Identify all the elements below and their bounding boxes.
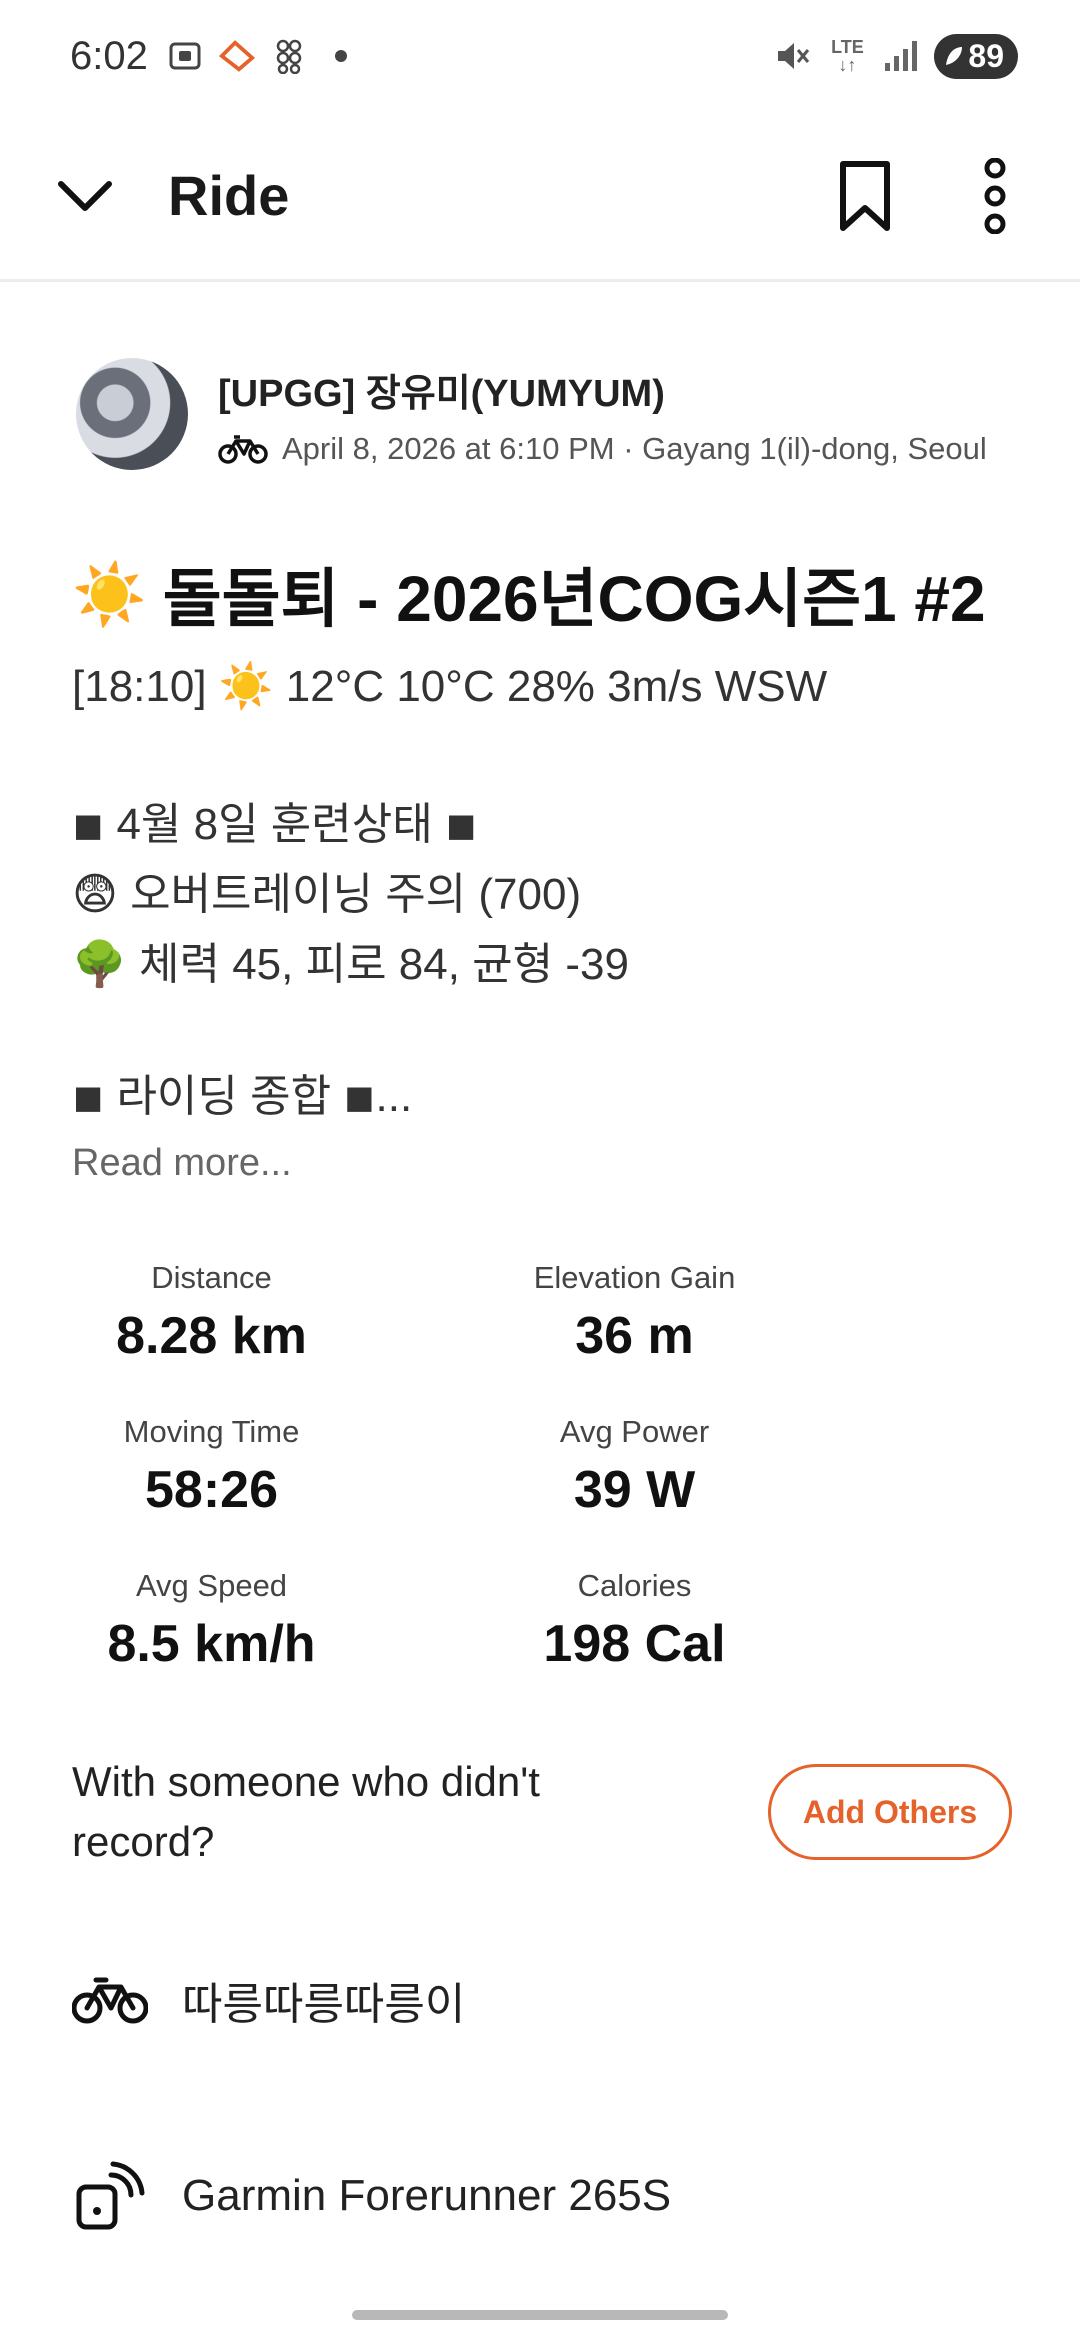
app-notification-icon: [218, 37, 256, 75]
chevron-down-icon: [58, 180, 112, 211]
lte-arrows: ↓↑: [838, 55, 857, 75]
stat-moving-time: Moving Time 58:26: [0, 1414, 423, 1568]
stat-calories: Calories 198 Cal: [423, 1568, 846, 1722]
mute-icon: [774, 37, 812, 75]
more-options-button[interactable]: [950, 151, 1040, 241]
activity-date-location: April 8, 2026 at 6:10 PM · Gayang 1(il)-…: [282, 430, 987, 466]
stat-label: Avg Power: [559, 1414, 710, 1449]
bookmark-button[interactable]: [820, 151, 910, 241]
athlete-name[interactable]: [UPGG] 장유미(YUMYUM): [218, 362, 987, 417]
device-row[interactable]: Garmin Forerunner 265S: [72, 2158, 1012, 2234]
add-others-prompt: With someone who didn't record?: [72, 1758, 540, 1865]
description-line: ◾ 4월 8일 훈련상태 ◾: [72, 800, 478, 849]
avatar[interactable]: [76, 358, 188, 470]
stat-label: Calories: [577, 1568, 692, 1603]
battery-level: 89: [968, 37, 1004, 74]
description-line: ◾ 라이딩 종합 ◾...: [72, 1072, 413, 1121]
dot-icon: [322, 37, 360, 75]
stat-avg-speed: Avg Speed 8.5 km/h: [0, 1568, 423, 1722]
activity-title-text: 돌돌퇴 - 2026년COG시즌1 #2: [162, 563, 986, 635]
stat-value: 58:26: [145, 1461, 278, 1519]
sun-emoji-icon: ☀️: [72, 560, 147, 628]
status-bar: 6:02 LTE ↓↑ 89: [0, 0, 1080, 112]
home-indicator[interactable]: [352, 2310, 728, 2320]
add-others-button[interactable]: Add Others: [768, 1764, 1012, 1860]
stat-value: 36 m: [575, 1307, 694, 1365]
add-others-section: With someone who didn't record? Add Othe…: [72, 1752, 1012, 1872]
stat-label: Distance: [151, 1260, 272, 1295]
notification-icons: [166, 37, 360, 75]
stat-label: Avg Speed: [135, 1568, 288, 1603]
top-app-bar: Ride: [0, 112, 1080, 282]
stat-label: Elevation Gain: [533, 1260, 736, 1295]
device-name: Garmin Forerunner 265S: [182, 2171, 672, 2220]
status-time: 6:02: [70, 33, 148, 78]
lte-label: LTE: [831, 37, 864, 57]
stats-grid: Distance 8.28 km Elevation Gain 36 m Mov…: [0, 1260, 1080, 1722]
page-title: Ride: [168, 164, 290, 227]
bike-icon: [72, 1962, 148, 2038]
collapse-button[interactable]: [50, 161, 120, 231]
grid-app-icon: [270, 37, 308, 75]
device-sync-icon: [72, 2158, 148, 2234]
weather-line: [18:10] ☀️ 12°C 10°C 28% 3m/s WSW: [72, 662, 828, 711]
bike-icon: [218, 434, 268, 464]
stat-elevation: Elevation Gain 36 m: [423, 1260, 846, 1414]
leaf-icon: [946, 47, 963, 65]
stat-row: Distance 8.28 km Elevation Gain 36 m: [0, 1260, 1080, 1414]
description-line: 😨 오버트레이닝 주의 (700): [72, 870, 582, 919]
bike-name: 따릉따릉따릉이: [182, 1980, 466, 2029]
stat-value: 198 Cal: [543, 1615, 726, 1673]
bike-gear-row[interactable]: 따릉따릉따릉이: [72, 1962, 1012, 2038]
screenshot-icon: [166, 37, 204, 75]
athlete-header[interactable]: [UPGG] 장유미(YUMYUM) April 8, 2026 at 6:10…: [76, 358, 1026, 470]
lte-icon: LTE ↓↑: [826, 37, 868, 75]
battery-indicator: 89: [934, 33, 1018, 79]
more-vertical-icon: [984, 157, 1006, 234]
stat-label: Moving Time: [123, 1414, 300, 1449]
description-line: 🌳 체력 45, 피로 84, 균형 -39: [72, 940, 629, 989]
status-left: 6:02: [70, 34, 360, 79]
stat-distance: Distance 8.28 km: [0, 1260, 423, 1414]
stat-value: 8.28 km: [116, 1307, 307, 1365]
read-more-link[interactable]: Read more...: [72, 1142, 292, 1185]
stat-value: 8.5 km/h: [107, 1615, 316, 1673]
stat-avg-power: Avg Power 39 W: [423, 1414, 846, 1568]
activity-title: ☀️ 돌돌퇴 - 2026년COG시즌1 #2: [72, 548, 1032, 640]
activity-meta: April 8, 2026 at 6:10 PM · Gayang 1(il)-…: [218, 431, 987, 467]
status-right: LTE ↓↑ 89: [774, 33, 1018, 79]
signal-icon: [882, 37, 920, 75]
author-info: [UPGG] 장유미(YUMYUM) April 8, 2026 at 6:10…: [218, 362, 987, 467]
stat-row: Avg Speed 8.5 km/h Calories 198 Cal: [0, 1568, 1080, 1722]
stat-value: 39 W: [573, 1461, 696, 1519]
bookmark-icon: [840, 160, 890, 231]
stat-row: Moving Time 58:26 Avg Power 39 W: [0, 1414, 1080, 1568]
